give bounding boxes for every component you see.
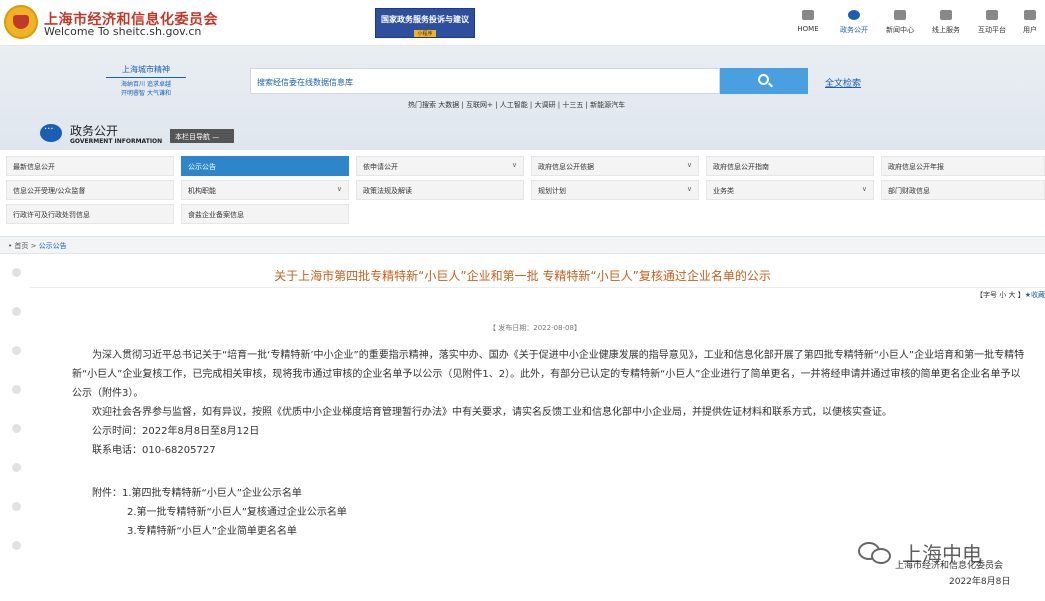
side-dot bbox=[12, 307, 21, 316]
chevron-down-icon: ∨ bbox=[686, 185, 692, 193]
category-policies[interactable]: 政策法规及解读 bbox=[356, 180, 524, 200]
nav-news[interactable]: 新闻中心 bbox=[877, 10, 923, 35]
people-icon bbox=[940, 10, 952, 20]
breadcrumb-home[interactable]: 首页 bbox=[14, 242, 28, 250]
top-nav: HOME 政务公开 新闻中心 线上服务 互动平台 用户 bbox=[785, 10, 1045, 35]
breadcrumb-current[interactable]: 公示公告 bbox=[39, 242, 67, 250]
fulltext-search-link[interactable]: 全文检索 bbox=[825, 76, 861, 89]
column-nav-button[interactable]: 本栏目导航 — bbox=[170, 129, 234, 143]
grid-icon bbox=[986, 10, 998, 20]
wechat-icon bbox=[858, 540, 894, 566]
publicity-time: 公示时间：2022年8月8日至8月12日 bbox=[92, 426, 260, 437]
chevron-down-icon: ∨ bbox=[861, 185, 867, 193]
side-dot bbox=[12, 346, 21, 355]
hot-search[interactable]: 热门搜索 大数据 | 互联网+ | 人工智能 | 大调研 | 十三五 | 新能源… bbox=[408, 100, 625, 110]
side-dot bbox=[12, 424, 21, 433]
search-icon bbox=[758, 74, 769, 85]
chat-bubble-icon bbox=[40, 124, 62, 142]
attachment-link[interactable]: 2.第一批专精特新“小巨人”复核通过企业公示名单 bbox=[92, 503, 347, 522]
category-plans[interactable]: 规划计划 ∨ bbox=[531, 180, 699, 200]
site-url: Welcome To sheitc.sh.gov.cn bbox=[44, 25, 202, 38]
hero-area: 上海城市精神 海纳百川 追求卓越 开明睿智 大气谦和 搜索经信委在线数据信息库 … bbox=[0, 46, 1045, 150]
breadcrumb: • 首页 > 公示公告 bbox=[0, 236, 1045, 254]
book-icon bbox=[894, 10, 906, 20]
article-paragraph: 欢迎社会各界参与监督，如有异议，按照《优质中小企业梯度培育管理暂行办法》中有关要… bbox=[92, 407, 892, 418]
publish-date: 【 发布日期：2022-08-08】 bbox=[489, 324, 581, 332]
signature-date: 2022年8月8日 bbox=[949, 577, 1011, 587]
category-basis[interactable]: 政府信息公开依据 ∨ bbox=[531, 156, 699, 176]
side-dot bbox=[12, 463, 21, 472]
chevron-down-icon: ∨ bbox=[336, 185, 342, 193]
signature-org: 上海市经济和信息化委员会 bbox=[895, 561, 1004, 571]
article-paragraph: 为深入贯彻习近平总书记关于“培育一批‘专精特新’中小企业”的重要指示精神，落实中… bbox=[72, 350, 1025, 399]
font-size-control[interactable]: 【字号 小 大 】★收藏 bbox=[976, 290, 1045, 300]
nav-gov-info[interactable]: 政务公开 bbox=[831, 10, 877, 35]
category-functions[interactable]: 机构职能 ∨ bbox=[181, 180, 349, 200]
category-guide[interactable]: 政府信息公开指南 bbox=[706, 156, 874, 176]
emblem-logo[interactable] bbox=[4, 5, 38, 39]
category-apply[interactable]: 依申请公开 ∨ bbox=[356, 156, 524, 176]
title-divider bbox=[30, 287, 1045, 288]
category-annual-report[interactable]: 政府信息公开年报 bbox=[881, 156, 1045, 176]
category-supervision[interactable]: 信息公开受理/公众监督 bbox=[6, 180, 174, 200]
favorite-link[interactable]: ★收藏 bbox=[1025, 291, 1045, 299]
section-subtitle: GOVERMENT INFORMATION bbox=[70, 138, 163, 145]
contact-phone: 联系电话：010-68205727 bbox=[92, 445, 216, 456]
banner-sub: 小程序 bbox=[414, 30, 436, 37]
category-permits[interactable]: 行政许可及行政处罚信息 bbox=[6, 204, 174, 224]
category-announcements[interactable]: 公示公告 bbox=[181, 156, 349, 176]
category-business[interactable]: 业务类 ∨ bbox=[706, 180, 874, 200]
category-finance[interactable]: 部门财政信息 bbox=[881, 180, 1045, 200]
attachment-label: 附件： bbox=[92, 488, 122, 499]
nav-home[interactable]: HOME bbox=[785, 10, 831, 35]
attachment-link[interactable]: 3.专精特新“小巨人”企业简单更名名单 bbox=[92, 522, 347, 541]
side-dot bbox=[12, 541, 21, 550]
article-title: 关于上海市第四批专精特新“小巨人”企业和第一批 专精特新“小巨人”复核通过企业名… bbox=[274, 269, 771, 283]
side-dot bbox=[12, 502, 21, 511]
city-motto: 上海城市精神 海纳百川 追求卓越 开明睿智 大气谦和 bbox=[106, 64, 186, 98]
search-button[interactable] bbox=[720, 68, 808, 94]
nav-user[interactable]: 用户 bbox=[1015, 10, 1045, 35]
side-dots bbox=[12, 268, 21, 580]
side-dot bbox=[12, 385, 21, 394]
category-salt-filing[interactable]: 食盐企业备案信息 bbox=[181, 204, 349, 224]
chevron-down-icon: ∨ bbox=[511, 161, 517, 169]
section-title: 政务公开 bbox=[70, 124, 119, 138]
attachments: 附件：1.第四批专精特新“小巨人”企业公示名单 2.第一批专精特新“小巨人”复核… bbox=[92, 484, 347, 541]
category-latest[interactable]: 最新信息公开 bbox=[6, 156, 174, 176]
top-bar: 上海市经济和信息化委员会 Welcome To sheitc.sh.gov.cn… bbox=[0, 0, 1045, 46]
chevron-down-icon: ∨ bbox=[686, 161, 692, 169]
user-icon bbox=[1024, 10, 1036, 20]
complaint-banner[interactable]: 国家政务服务投诉与建议 小程序 bbox=[375, 8, 475, 38]
search-input[interactable]: 搜索经信委在线数据信息库 bbox=[250, 68, 720, 94]
attachment-link[interactable]: 1.第四批专精特新“小巨人”企业公示名单 bbox=[122, 488, 302, 499]
banner-title: 国家政务服务投诉与建议 bbox=[381, 15, 469, 24]
nav-interaction[interactable]: 互动平台 bbox=[969, 10, 1015, 35]
article-body: 为深入贯彻习近平总书记关于“培育一批‘专精特新’中小企业”的重要指示精神，落实中… bbox=[72, 346, 1027, 460]
chat-icon bbox=[848, 10, 860, 20]
nav-online-service[interactable]: 线上服务 bbox=[923, 10, 969, 35]
home-icon bbox=[802, 10, 814, 20]
